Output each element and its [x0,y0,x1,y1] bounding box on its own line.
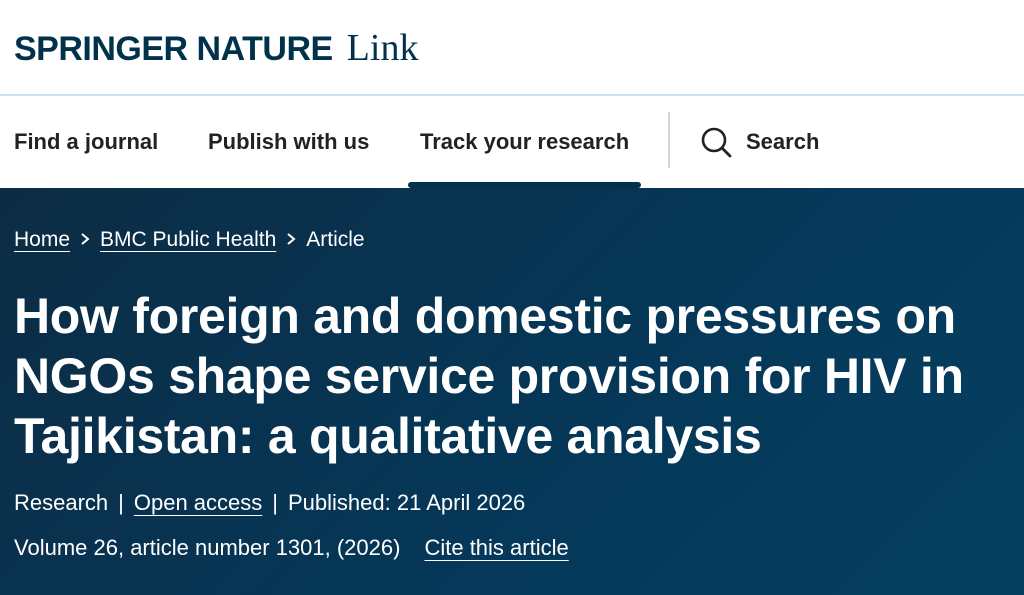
published-date: Published: 21 April 2026 [288,490,526,515]
breadcrumb: Home BMC Public Health Article [14,228,365,252]
citation-row: Volume 26, article number 1301, (2026) C… [14,535,569,561]
brand-product: Link [346,27,419,69]
search-label: Search [746,129,820,154]
search-icon [700,126,732,158]
chevron-right-icon [80,230,90,251]
nav-publish-with-us[interactable]: Publish with us [208,96,369,188]
article-title: How foreign and domestic pressures on NG… [14,288,964,464]
breadcrumb-article: Article [306,228,365,251]
article-type: Research [14,490,109,515]
meta-divider: | [118,490,124,515]
chevron-right-icon [286,230,296,251]
main-navigation: Find a journal Publish with us Track you… [0,96,1024,188]
meta-divider: | [272,490,278,515]
article-meta: Research | Open access | Published: 21 A… [14,490,525,516]
breadcrumb-bmc-public-health[interactable]: BMC Public Health [100,228,276,252]
breadcrumb-home[interactable]: Home [14,228,70,252]
nav-track-your-research[interactable]: Track your research [407,96,642,188]
nav-search-button[interactable]: Search [700,96,819,188]
nav-find-a-journal[interactable]: Find a journal [14,96,158,188]
citation-info: Volume 26, article number 1301, (2026) [14,535,401,560]
brand-name: SPRINGER NATURE [14,30,333,68]
open-access-link[interactable]: Open access [134,490,262,516]
cite-this-article-link[interactable]: Cite this article [424,535,568,561]
brand-header: SPRINGER NATURE Link [0,0,1024,96]
springer-nature-link-logo[interactable]: SPRINGER NATURE Link [14,26,418,70]
nav-divider [668,112,670,168]
article-hero: Home BMC Public Health Article How forei… [0,188,1024,595]
